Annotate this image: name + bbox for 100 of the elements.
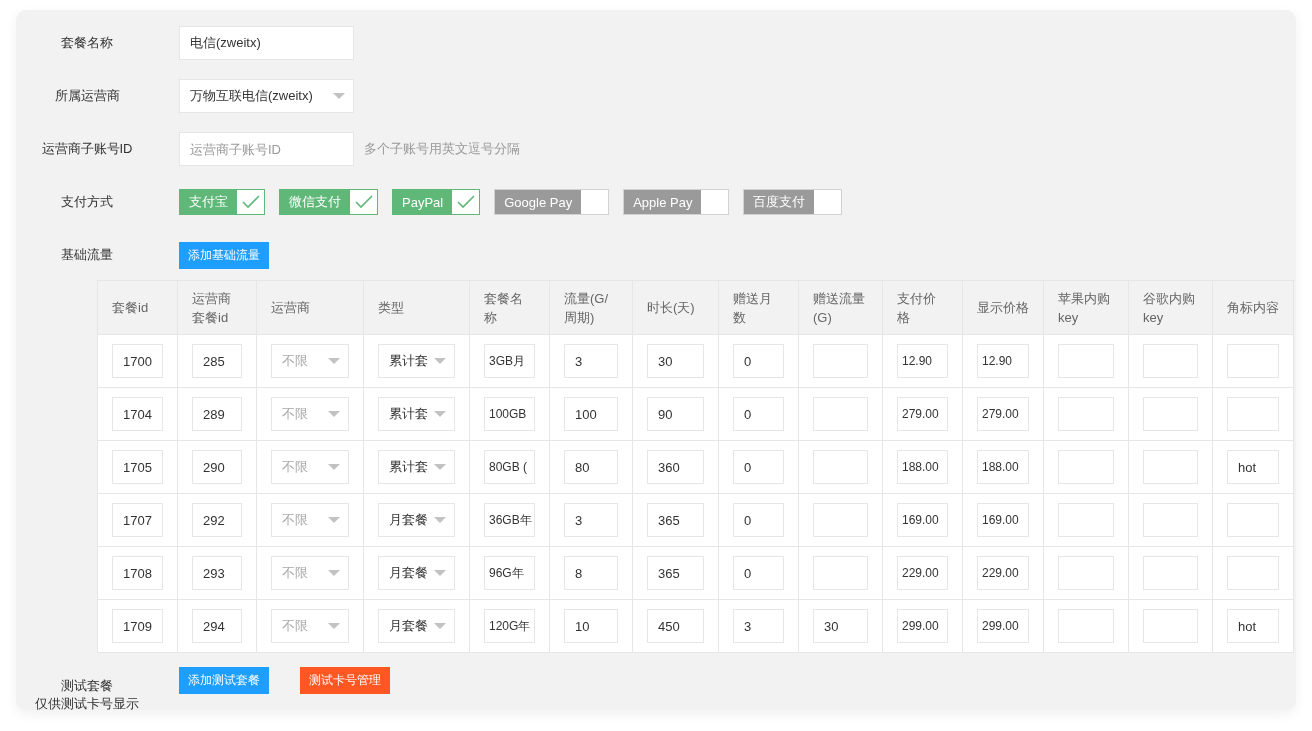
- caret-icon: [328, 517, 340, 523]
- table-input[interactable]: 229.00: [977, 556, 1029, 590]
- column-header: 显示价格: [977, 300, 1029, 315]
- table-input[interactable]: 96G年: [484, 556, 535, 590]
- table-input[interactable]: 188.00: [897, 450, 948, 484]
- table-input[interactable]: 1709: [112, 609, 163, 643]
- table-dropdown[interactable]: 累计套: [378, 450, 455, 484]
- table-input[interactable]: 1704: [112, 397, 163, 431]
- column-header: 套餐id: [112, 300, 149, 315]
- column-header: 类型: [378, 300, 404, 315]
- table-input[interactable]: 3: [564, 344, 618, 378]
- table-input[interactable]: [1227, 503, 1279, 537]
- table-input[interactable]: [813, 397, 868, 431]
- table-input[interactable]: 290: [192, 450, 242, 484]
- table-input[interactable]: [1058, 556, 1114, 590]
- table-input[interactable]: 365: [647, 556, 704, 590]
- table-input[interactable]: 12.90: [897, 344, 948, 378]
- table-input[interactable]: [1143, 397, 1198, 431]
- field-label: 所属运营商: [53, 87, 121, 105]
- table-input[interactable]: [1143, 503, 1198, 537]
- table-input[interactable]: [1058, 503, 1114, 537]
- table-input[interactable]: [1227, 556, 1279, 590]
- table-dropdown[interactable]: 月套餐: [378, 556, 455, 590]
- table-input[interactable]: [1143, 344, 1198, 378]
- table-input[interactable]: 80: [564, 450, 618, 484]
- table-input[interactable]: [813, 450, 868, 484]
- table-input[interactable]: 100GB: [484, 397, 535, 431]
- table-input[interactable]: 285: [192, 344, 242, 378]
- table-input[interactable]: 0: [733, 397, 784, 431]
- column-header: 角标内容: [1227, 300, 1279, 315]
- table-input[interactable]: 294: [192, 609, 242, 643]
- table-input[interactable]: [813, 344, 868, 378]
- table-input[interactable]: 120G年: [484, 609, 535, 643]
- table-input[interactable]: [1227, 344, 1279, 378]
- carrier-dropdown[interactable]: 万物互联电信(zweitx): [179, 79, 354, 113]
- table-input[interactable]: [1143, 450, 1198, 484]
- table-input[interactable]: 3: [564, 503, 618, 537]
- table-input[interactable]: 293: [192, 556, 242, 590]
- hint-text: 多个子账号用英文逗号分隔: [364, 140, 520, 158]
- table-input[interactable]: 0: [733, 450, 784, 484]
- table-input[interactable]: hot: [1227, 450, 1279, 484]
- table-input[interactable]: [1058, 397, 1114, 431]
- table-input[interactable]: 10: [564, 609, 618, 643]
- table-input[interactable]: hot: [1227, 609, 1279, 643]
- table-input[interactable]: 450: [647, 609, 704, 643]
- table-dropdown[interactable]: 月套餐: [378, 503, 455, 537]
- table-input[interactable]: 1708: [112, 556, 163, 590]
- caret-icon: [434, 517, 446, 523]
- table-input[interactable]: 80GB (: [484, 450, 535, 484]
- table-input[interactable]: 0: [733, 344, 784, 378]
- table-input[interactable]: 279.00: [897, 397, 948, 431]
- field-label: 支付方式: [60, 193, 114, 211]
- package-name-field[interactable]: 电信(zweitx): [179, 26, 354, 60]
- table-input[interactable]: 229.00: [897, 556, 948, 590]
- caret-icon: [434, 570, 446, 576]
- table-input[interactable]: 3GB月: [484, 344, 535, 378]
- table-input[interactable]: [1058, 450, 1114, 484]
- table-input[interactable]: 3: [733, 609, 784, 643]
- column-header: 谷歌内购key: [1143, 290, 1195, 325]
- table-input[interactable]: 360: [647, 450, 704, 484]
- table-input[interactable]: [813, 556, 868, 590]
- field-label: 运营商子账号ID: [40, 140, 134, 158]
- table-input[interactable]: 1700: [112, 344, 163, 378]
- table-input[interactable]: 36GB年: [484, 503, 535, 537]
- table-input[interactable]: 169.00: [897, 503, 948, 537]
- table-input[interactable]: 12.90: [977, 344, 1029, 378]
- table-input[interactable]: 299.00: [897, 609, 948, 643]
- table-input[interactable]: 90: [647, 397, 704, 431]
- table-input[interactable]: 30: [647, 344, 704, 378]
- table-dropdown[interactable]: 累计套: [378, 397, 455, 431]
- table-input[interactable]: 365: [647, 503, 704, 537]
- column-header: 套餐名称: [484, 290, 523, 325]
- table-input[interactable]: [813, 503, 868, 537]
- table-input[interactable]: 188.00: [977, 450, 1029, 484]
- table-input[interactable]: 279.00: [977, 397, 1029, 431]
- table-input[interactable]: [1143, 556, 1198, 590]
- table-input[interactable]: 1705: [112, 450, 163, 484]
- table-input[interactable]: 1707: [112, 503, 163, 537]
- table-input[interactable]: 169.00: [977, 503, 1029, 537]
- table-dropdown[interactable]: 月套餐: [378, 609, 455, 643]
- column-header: 支付价格: [897, 290, 936, 325]
- field-label: 测试套餐: [61, 677, 113, 695]
- sub-account-field[interactable]: 运营商子账号ID: [179, 132, 354, 166]
- table-dropdown[interactable]: 累计套: [378, 344, 455, 378]
- column-header: 苹果内购key: [1058, 290, 1110, 325]
- column-header: 时长(天): [647, 300, 695, 315]
- table-input[interactable]: [1058, 344, 1114, 378]
- field-label: 仅供测试卡号显示: [35, 695, 139, 710]
- table-input[interactable]: 299.00: [977, 609, 1029, 643]
- table-input[interactable]: 0: [733, 556, 784, 590]
- table-input[interactable]: 292: [192, 503, 242, 537]
- check-icon: [354, 195, 373, 209]
- table-input[interactable]: 8: [564, 556, 618, 590]
- table-input[interactable]: [1143, 609, 1198, 643]
- table-input[interactable]: 100: [564, 397, 618, 431]
- table-input[interactable]: [1058, 609, 1114, 643]
- table-input[interactable]: 289: [192, 397, 242, 431]
- table-input[interactable]: [1227, 397, 1279, 431]
- table-input[interactable]: 0: [733, 503, 784, 537]
- table-input[interactable]: 30: [813, 609, 868, 643]
